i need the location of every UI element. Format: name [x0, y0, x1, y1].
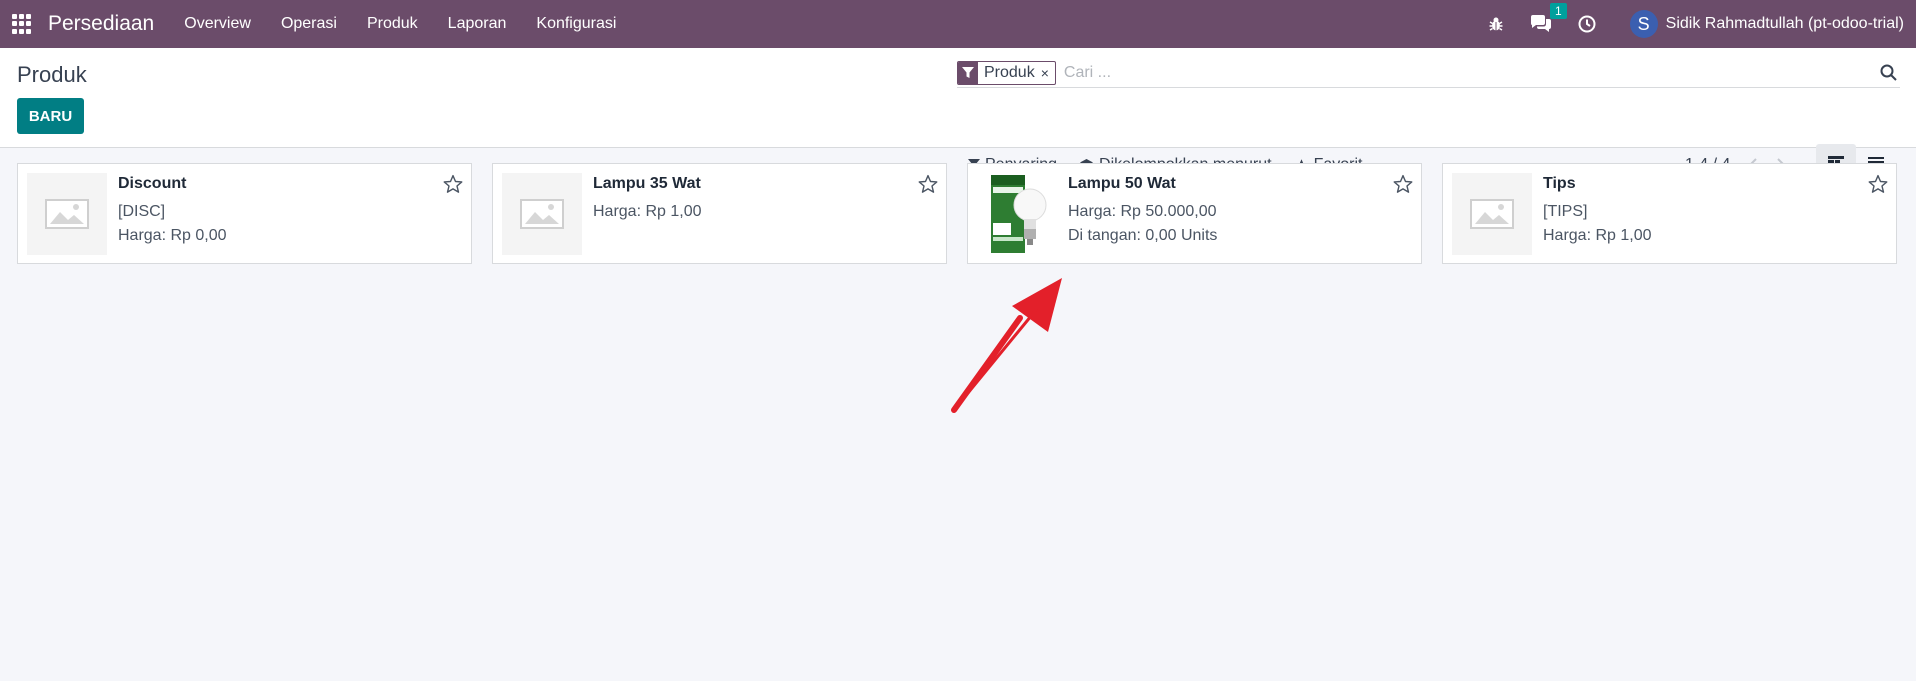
control-panel: Produk BARU Produk × Penyaring Dikelompo…: [0, 48, 1916, 184]
search-facet: Produk ×: [957, 60, 1056, 85]
product-image: [1452, 173, 1532, 255]
product-price: Harga: Rp 1,00: [1543, 227, 1652, 244]
facet-remove-icon[interactable]: ×: [1041, 65, 1055, 81]
product-image: [502, 173, 582, 255]
activity-clock-icon[interactable]: [1578, 15, 1596, 33]
product-image: [977, 173, 1057, 255]
page-title: Produk: [17, 62, 87, 87]
user-menu[interactable]: S Sidik Rahmadtullah (pt-odoo-trial): [1629, 10, 1904, 38]
product-price: Harga: Rp 50.000,00: [1068, 203, 1217, 220]
product-name: Discount: [118, 175, 187, 192]
product-onhand: Di tangan: 0,00 Units: [1068, 227, 1218, 244]
image-placeholder-icon: [45, 199, 89, 229]
product-name: Tips: [1543, 175, 1576, 192]
messages-badge: 1: [1549, 3, 1567, 19]
menu-konfigurasi[interactable]: Konfigurasi: [536, 15, 616, 33]
favorite-star-icon[interactable]: [918, 174, 938, 199]
app-brand[interactable]: Persediaan: [48, 12, 154, 36]
kanban-view: Discount [DISC] Harga: Rp 0,00 Lampu 35 …: [17, 163, 1897, 264]
user-name: Sidik Rahmadtullah (pt-odoo-trial): [1665, 15, 1904, 32]
image-placeholder-icon: [1470, 199, 1514, 229]
apps-menu-icon[interactable]: [12, 14, 32, 34]
search-icon[interactable]: [1876, 64, 1900, 81]
product-name: Lampu 50 Wat: [1068, 175, 1176, 192]
search-input[interactable]: [1063, 63, 1876, 82]
debug-bug-icon[interactable]: [1488, 16, 1504, 32]
light-bulb-box-image: [991, 175, 1047, 253]
product-image: [27, 173, 107, 255]
product-card-discount[interactable]: Discount [DISC] Harga: Rp 0,00: [17, 163, 472, 264]
avatar: S: [1629, 10, 1658, 38]
top-navbar: Persediaan Overview Operasi Produk Lapor…: [0, 0, 1916, 48]
new-button[interactable]: BARU: [17, 98, 84, 134]
product-card-lampu-35[interactable]: Lampu 35 Wat Harga: Rp 1,00: [492, 163, 947, 264]
menu-operasi[interactable]: Operasi: [281, 15, 337, 33]
menu-overview[interactable]: Overview: [184, 15, 251, 33]
product-price: Harga: Rp 1,00: [593, 203, 702, 220]
product-card-lampu-50[interactable]: Lampu 50 Wat Harga: Rp 50.000,00 Di tang…: [967, 163, 1422, 264]
product-card-tips[interactable]: Tips [TIPS] Harga: Rp 1,00: [1442, 163, 1897, 264]
search-bar: Produk ×: [957, 58, 1900, 88]
favorite-star-icon[interactable]: [1868, 174, 1888, 199]
facet-label: Produk: [984, 63, 1035, 81]
menu-laporan[interactable]: Laporan: [448, 15, 507, 33]
filter-icon: [958, 61, 978, 84]
product-ref: [DISC]: [118, 203, 166, 220]
product-name: Lampu 35 Wat: [593, 175, 701, 192]
favorite-star-icon[interactable]: [443, 174, 463, 199]
annotation-arrow-icon: [951, 278, 1062, 413]
image-placeholder-icon: [520, 199, 564, 229]
favorite-star-icon[interactable]: [1393, 174, 1413, 199]
product-ref: [TIPS]: [1543, 203, 1588, 220]
menu-produk[interactable]: Produk: [367, 15, 418, 33]
messages-icon[interactable]: 1: [1530, 3, 1567, 33]
product-price: Harga: Rp 0,00: [118, 227, 227, 244]
